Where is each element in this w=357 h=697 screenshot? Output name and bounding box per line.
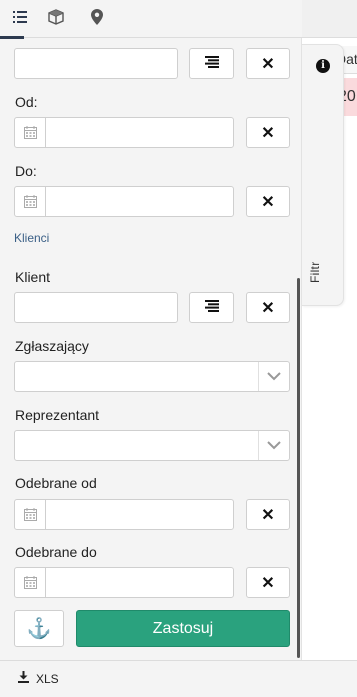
section-clients-heading: Klienci xyxy=(14,231,50,245)
klient-label: Klient xyxy=(15,269,51,285)
do-label: Do: xyxy=(15,163,37,179)
odebrane-od-clear-button[interactable]: ✕ xyxy=(246,499,290,530)
apply-button[interactable]: Zastosuj xyxy=(76,610,290,647)
do-clear-button[interactable]: ✕ xyxy=(246,186,290,217)
download-icon xyxy=(18,671,29,686)
klient-input[interactable] xyxy=(14,292,178,323)
background-table-toolbar xyxy=(300,0,357,38)
chevron-down-icon[interactable] xyxy=(258,431,289,460)
odebrane-do-label: Odebrane do xyxy=(15,544,97,560)
close-icon: ✕ xyxy=(261,193,275,211)
tab-list[interactable] xyxy=(0,0,40,39)
anchor-button[interactable]: ⚓ xyxy=(14,610,64,647)
calendar-icon[interactable] xyxy=(15,500,46,529)
od-date-input[interactable] xyxy=(47,118,233,147)
close-icon: ✕ xyxy=(261,55,275,73)
klient-clear-button[interactable]: ✕ xyxy=(246,292,290,323)
do-date-input[interactable] xyxy=(47,187,233,216)
top-field-input[interactable] xyxy=(14,48,178,79)
odebrane-do-date-field[interactable] xyxy=(14,567,234,598)
od-label: Od: xyxy=(15,94,38,110)
list-align-icon xyxy=(204,299,219,317)
reprezentant-label: Reprezentant xyxy=(15,407,100,423)
zglaszajacy-label: Zgłaszający xyxy=(15,338,89,354)
export-xls-label: XLS xyxy=(36,671,59,686)
odebrane-do-clear-button[interactable]: ✕ xyxy=(246,567,290,598)
top-field-clear-button[interactable]: ✕ xyxy=(246,48,290,79)
box-icon xyxy=(48,8,64,30)
odebrane-od-date-field[interactable] xyxy=(14,499,234,530)
od-date-field[interactable] xyxy=(14,117,234,148)
calendar-icon[interactable] xyxy=(15,118,46,147)
filter-tab-label: Filtr xyxy=(308,261,322,284)
odebrane-do-input[interactable] xyxy=(47,568,233,597)
top-field-list-button[interactable] xyxy=(189,48,234,79)
list-icon xyxy=(13,10,27,28)
calendar-icon[interactable] xyxy=(15,568,46,597)
chevron-down-icon[interactable] xyxy=(258,362,289,391)
map-marker-icon xyxy=(91,8,103,30)
panel-tab-bar xyxy=(0,0,302,39)
odebrane-od-input[interactable] xyxy=(47,500,233,529)
filter-side-tab[interactable]: i Filtr xyxy=(302,44,344,306)
info-icon[interactable]: i xyxy=(316,59,330,73)
do-date-field[interactable] xyxy=(14,186,234,217)
close-icon: ✕ xyxy=(261,124,275,142)
tab-map[interactable] xyxy=(77,0,117,38)
tab-box[interactable] xyxy=(36,0,76,38)
reprezentant-select[interactable] xyxy=(14,430,290,461)
calendar-icon[interactable] xyxy=(15,187,46,216)
list-align-icon xyxy=(204,55,219,73)
close-icon: ✕ xyxy=(261,574,275,592)
footer-bar: XLS xyxy=(0,660,357,697)
anchor-icon: ⚓ xyxy=(26,618,52,640)
filter-panel: ✕ Od: ✕ Do: ✕ Klienci Klient ✕ Zgłaszają… xyxy=(0,0,302,660)
zglaszajacy-select[interactable] xyxy=(14,361,290,392)
od-clear-button[interactable]: ✕ xyxy=(246,117,290,148)
close-icon: ✕ xyxy=(261,299,275,317)
panel-scrollbar[interactable] xyxy=(297,278,300,658)
export-xls-button[interactable]: XLS xyxy=(18,671,59,686)
klient-list-button[interactable] xyxy=(189,292,234,323)
close-icon: ✕ xyxy=(261,506,275,524)
odebrane-od-label: Odebrane od xyxy=(15,475,97,491)
